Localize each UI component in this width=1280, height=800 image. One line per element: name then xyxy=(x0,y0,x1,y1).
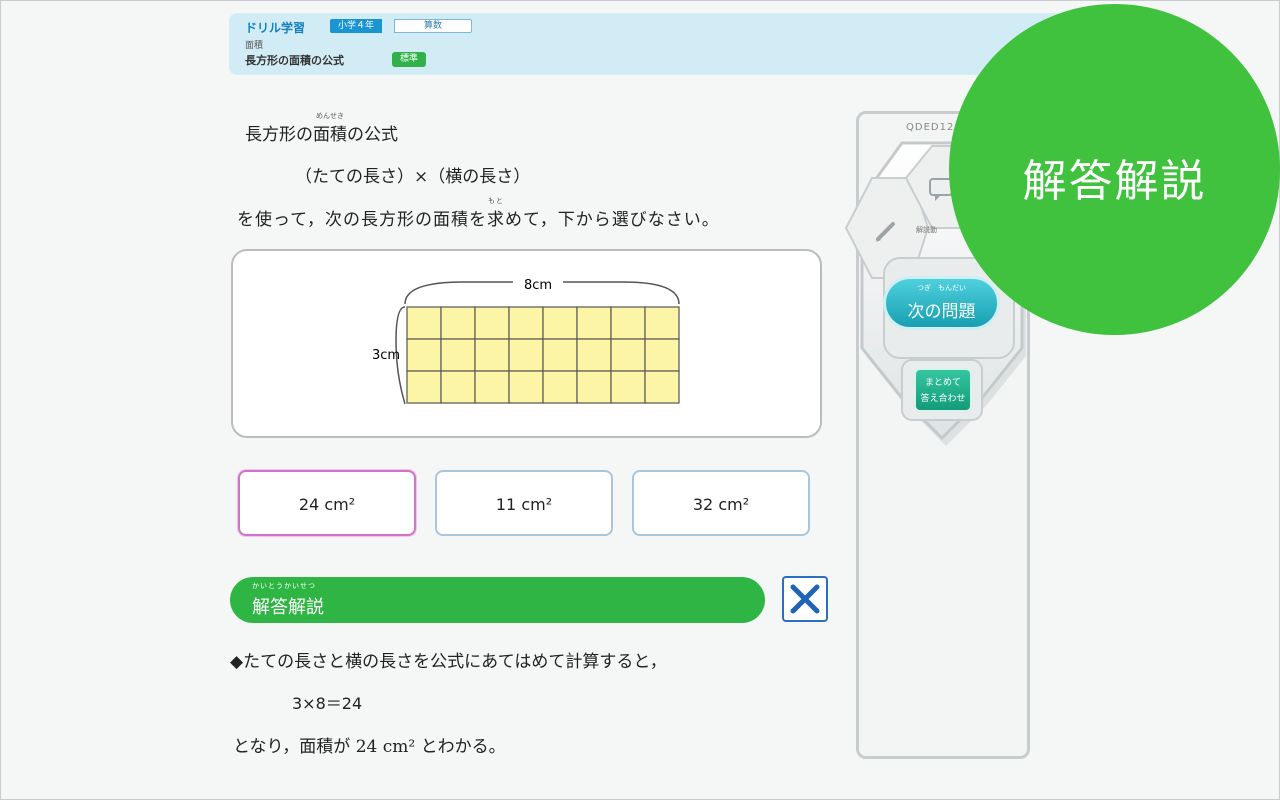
ruby-word: めんせき 面積 xyxy=(313,111,347,145)
unit-square xyxy=(508,370,544,404)
unit-square xyxy=(576,338,612,372)
rectangle-figure-box: 8cm 3cm xyxy=(231,249,822,438)
unit-square xyxy=(508,306,544,340)
question-text: を使って，次の長方形の面積を xyxy=(237,210,487,230)
unit-square xyxy=(542,306,578,340)
subject-badge: 算数 xyxy=(394,19,472,33)
width-label: 8cm xyxy=(524,278,552,293)
unit-square xyxy=(440,338,476,372)
choice-24cm2-button[interactable]: 24 cm² xyxy=(238,470,416,536)
close-explanation-button[interactable] xyxy=(782,576,828,622)
question-text: めて，下から選びなさい。 xyxy=(504,210,720,230)
width-brace-right xyxy=(563,281,680,305)
rectangle-diagram: 8cm 3cm xyxy=(372,278,680,405)
batch-check-label-2: 答え合わせ xyxy=(920,394,966,404)
batch-check-label-1: まとめて xyxy=(924,378,961,388)
unit-square xyxy=(610,306,646,340)
question-code: QDED12 xyxy=(906,122,955,133)
unit-square xyxy=(644,338,680,372)
question-text: 長方形の xyxy=(245,125,313,145)
unit-square xyxy=(644,306,680,340)
pencil-icon xyxy=(876,222,895,242)
highlight-bubble-text: 解答解説 xyxy=(1022,156,1207,207)
ruby-word: もと求 xyxy=(486,196,505,230)
explanation-line-3: となり，面積が 24 cm² とわかる。 xyxy=(233,737,506,757)
unit-square xyxy=(576,306,612,340)
unit-square xyxy=(542,370,578,404)
next-question-button[interactable]: つぎ もんだい 次の問題 xyxy=(883,276,1000,330)
hint-caption: 解説動 xyxy=(916,226,937,234)
furigana: もと xyxy=(488,196,504,206)
unit-square xyxy=(610,338,646,372)
explanation-line-1: ◆たての長さと横の長さを公式にあてはめて計算すると， xyxy=(230,652,667,672)
choice-32cm2-button[interactable]: 32 cm² xyxy=(632,470,810,536)
question-text: 求 xyxy=(486,210,505,230)
unit-square xyxy=(644,370,680,404)
explanation-title: 解答解説 xyxy=(252,597,324,618)
question-text: 面積 xyxy=(313,125,347,145)
unit-square xyxy=(508,338,544,372)
explanation-calculation: 3×8＝24 xyxy=(292,694,363,713)
app-title: ドリル学習 xyxy=(245,21,306,35)
grade-badge: 小学４年 xyxy=(330,19,383,33)
close-icon xyxy=(790,584,820,614)
unit-square xyxy=(406,370,442,404)
topic-title: 長方形の面積の公式 xyxy=(245,54,344,67)
unit-square xyxy=(440,370,476,404)
pencil-tool-button[interactable] xyxy=(866,211,906,251)
unit-square xyxy=(474,306,510,340)
unit-square xyxy=(474,338,510,372)
next-question-label: 次の問題 xyxy=(907,302,976,322)
unit-square xyxy=(610,370,646,404)
unit-square xyxy=(440,306,476,340)
unit-label: 面積 xyxy=(245,41,264,51)
furigana: めんせき xyxy=(316,111,344,121)
question-line-3: を使って，次の長方形の面積を もと求めて，下から選びなさい。 xyxy=(237,196,720,230)
unit-square-grid xyxy=(406,306,680,404)
formula-line: （たての長さ）×（横の長さ） xyxy=(295,167,531,187)
furigana: つぎ もんだい xyxy=(917,284,966,292)
unit-square xyxy=(542,338,578,372)
unit-square xyxy=(576,370,612,404)
level-badge: 標準 xyxy=(392,52,427,67)
unit-square xyxy=(474,370,510,404)
furigana: かいとうかいせつ xyxy=(252,582,316,590)
height-label: 3cm xyxy=(372,348,400,363)
choice-11cm2-button[interactable]: 11 cm² xyxy=(435,470,613,536)
question-line-1: 長方形の めんせき面積の公式 xyxy=(245,111,398,145)
unit-square xyxy=(406,306,442,340)
batch-check-button[interactable]: まとめて 答え合わせ xyxy=(914,368,972,412)
unit-square xyxy=(406,338,442,372)
lesson-header: ドリル学習 小学４年 算数 面積 長方形の面積の公式 標準 xyxy=(229,13,1069,75)
question-text: の公式 xyxy=(347,125,398,145)
width-brace-left xyxy=(404,281,513,305)
explanation-header-bar: かいとうかいせつ 解答解説 xyxy=(230,577,765,623)
